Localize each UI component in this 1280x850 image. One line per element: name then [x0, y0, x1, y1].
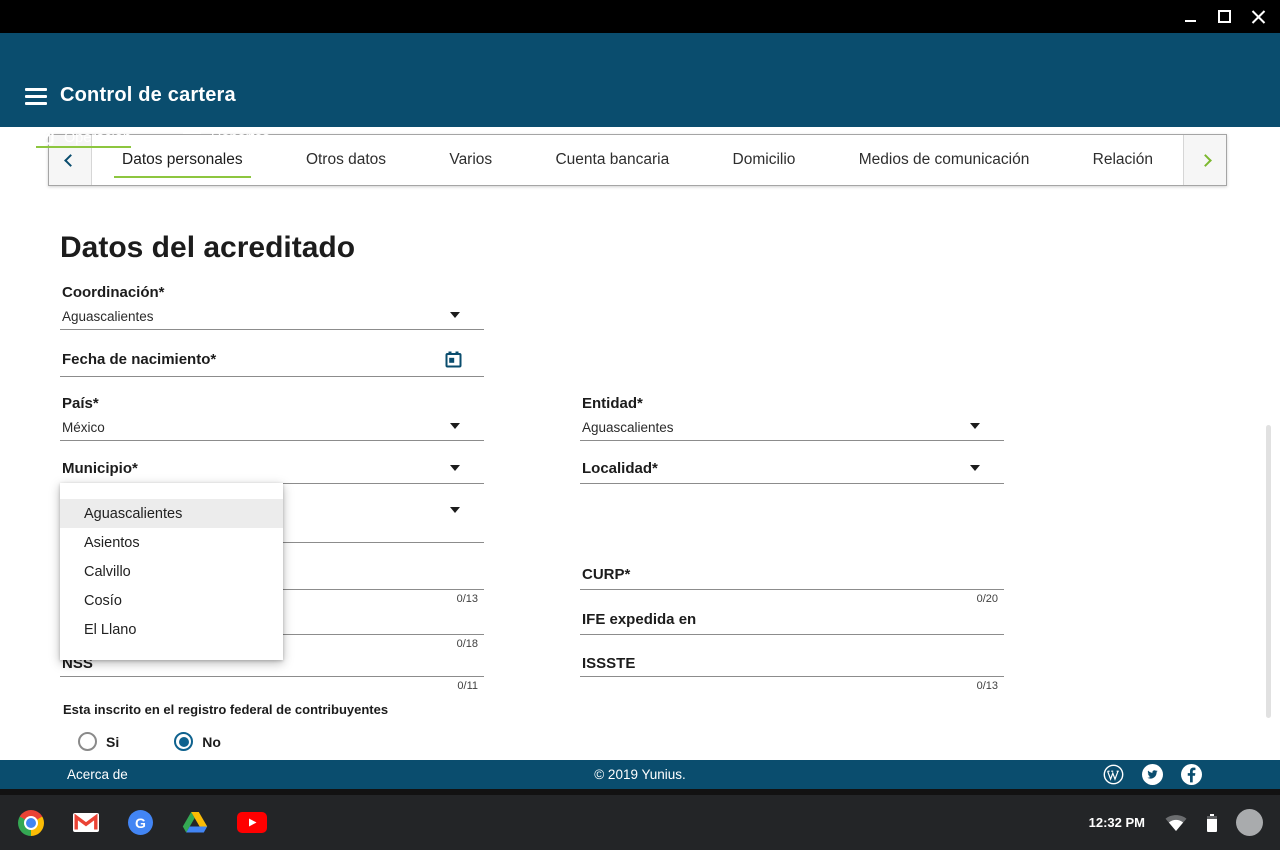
drive-icon[interactable]	[182, 811, 208, 834]
field-fecha-nacimiento[interactable]: Fecha de nacimiento*	[60, 351, 484, 377]
chevron-down-icon[interactable]	[970, 465, 980, 471]
tab-relacion[interactable]: Relación	[1081, 135, 1165, 185]
field-value: Aguascalientes	[582, 420, 674, 435]
main-nav: Operación Reportes	[36, 123, 270, 153]
report-list-icon	[183, 131, 201, 145]
field-ife-expedida[interactable]: IFE expedida en	[580, 611, 1004, 635]
dropdown-option-el-llano[interactable]: El Llano	[60, 615, 283, 644]
nav-item-reportes[interactable]: Reportes	[183, 123, 270, 153]
clock[interactable]: 12:32 PM	[1089, 815, 1145, 830]
calendar-icon[interactable]	[445, 351, 462, 373]
youtube-icon[interactable]	[237, 812, 267, 833]
field-label: ISSSTE	[582, 655, 635, 672]
chevron-down-icon[interactable]	[450, 423, 460, 429]
dropdown-option-calvillo[interactable]: Calvillo	[60, 557, 283, 586]
field-label: Fecha de nacimiento*	[62, 351, 216, 368]
avatar[interactable]	[1236, 809, 1263, 836]
char-counter: 0/13	[977, 680, 998, 692]
field-municipio[interactable]: Municipio*	[60, 460, 484, 484]
field-localidad[interactable]: Localidad*	[580, 460, 1004, 484]
field-value: Aguascalientes	[62, 309, 154, 324]
operation-chart-icon	[36, 127, 54, 149]
page-title: Datos del acreditado	[60, 231, 355, 265]
field-label: Entidad*	[582, 395, 643, 412]
close-button[interactable]	[1251, 9, 1266, 24]
dropdown-option-asientos[interactable]: Asientos	[60, 528, 283, 557]
maximize-button[interactable]	[1217, 9, 1232, 24]
char-counter: 0/11	[457, 680, 478, 692]
app-title: Control de cartera	[60, 84, 236, 107]
hamburger-menu-icon[interactable]	[25, 88, 47, 105]
os-titlebar	[0, 0, 1280, 33]
os-shelf: G 12:32 PM	[0, 795, 1280, 850]
field-label: IFE expedida en	[582, 611, 696, 628]
field-curp[interactable]: CURP* 0/20	[580, 566, 1004, 590]
radio-selected-icon	[174, 732, 193, 751]
wordpress-icon[interactable]	[1103, 764, 1124, 785]
chrome-icon[interactable]	[18, 810, 44, 836]
chevron-down-icon[interactable]	[970, 423, 980, 429]
chevron-left-icon	[64, 154, 77, 167]
radio-si[interactable]: Si	[78, 732, 119, 751]
battery-icon[interactable]	[1207, 816, 1217, 832]
field-issste[interactable]: ISSSTE 0/13	[580, 655, 1004, 677]
twitter-icon[interactable]	[1142, 764, 1163, 785]
app-footer: Acerca de © 2019 Yunius.	[0, 760, 1280, 789]
nav-item-label: Reportes	[211, 130, 270, 146]
minimize-button[interactable]	[1183, 9, 1198, 24]
nav-item-label: Operación	[64, 130, 131, 146]
field-value: México	[62, 420, 105, 435]
field-pais[interactable]: País* México	[60, 395, 484, 441]
field-label: Coordinación*	[62, 284, 165, 301]
tabs-scroll-right-button[interactable]	[1183, 135, 1226, 185]
tab-cuenta-bancaria[interactable]: Cuenta bancaria	[543, 135, 681, 185]
wifi-icon[interactable]	[1164, 813, 1188, 832]
vertical-scrollbar-thumb[interactable]	[1266, 425, 1271, 718]
dropdown-option-aguascalientes[interactable]: Aguascalientes	[60, 499, 283, 528]
tab-medios-comunicacion[interactable]: Medios de comunicación	[847, 135, 1042, 185]
radio-label: Si	[106, 734, 119, 750]
char-counter: 0/18	[457, 638, 478, 650]
chevron-down-icon[interactable]	[450, 312, 460, 318]
field-entidad[interactable]: Entidad* Aguascalientes	[580, 395, 1004, 441]
tab-domicilio[interactable]: Domicilio	[721, 135, 808, 185]
app-launcher-icon[interactable]	[296, 813, 315, 832]
app-header: Control de cartera Operación Reportes	[0, 33, 1280, 127]
gmail-icon[interactable]	[73, 813, 99, 832]
rfc-radio-group: Si No	[78, 732, 221, 751]
field-label: País*	[62, 395, 99, 412]
chevron-right-icon	[1199, 154, 1212, 167]
rfc-question-label: Esta inscrito en el registro federal de …	[63, 702, 388, 717]
chevron-down-icon[interactable]	[450, 507, 460, 513]
nav-item-operacion[interactable]: Operación	[36, 123, 131, 153]
radio-unselected-icon	[78, 732, 97, 751]
field-label: Municipio*	[62, 460, 138, 477]
municipio-dropdown-panel: Aguascalientes Asientos Calvillo Cosío E…	[60, 483, 283, 660]
field-label: CURP*	[582, 566, 630, 583]
social-links	[1103, 764, 1202, 785]
radio-label: No	[202, 734, 221, 750]
field-label: Localidad*	[582, 460, 658, 477]
char-counter: 0/20	[977, 593, 998, 605]
char-counter: 0/13	[457, 593, 478, 605]
field-coordinacion[interactable]: Coordinación* Aguascalientes	[60, 284, 484, 330]
tab-otros-datos[interactable]: Otros datos	[294, 135, 398, 185]
copyright-text: © 2019 Yunius.	[0, 767, 1280, 782]
google-icon[interactable]: G	[128, 810, 153, 835]
chevron-down-icon[interactable]	[450, 465, 460, 471]
radio-no[interactable]: No	[174, 732, 221, 751]
facebook-icon[interactable]	[1181, 764, 1202, 785]
tab-varios[interactable]: Varios	[437, 135, 504, 185]
dropdown-option-cosio[interactable]: Cosío	[60, 586, 283, 615]
